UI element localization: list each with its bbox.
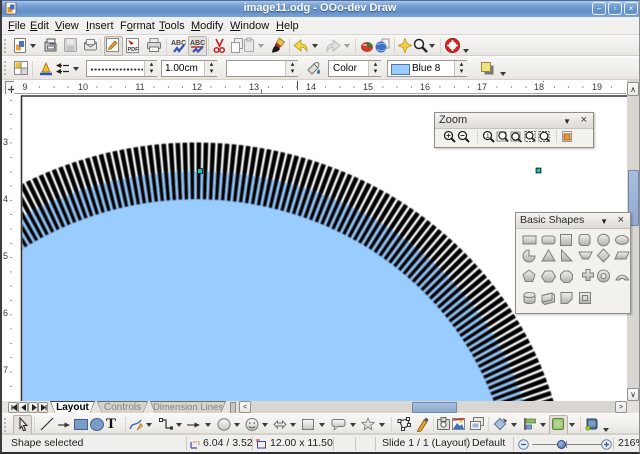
svg-text:ABC: ABC [190, 40, 205, 47]
svg-text:PDF: PDF [128, 47, 140, 53]
svg-text:1: 1 [486, 133, 490, 140]
